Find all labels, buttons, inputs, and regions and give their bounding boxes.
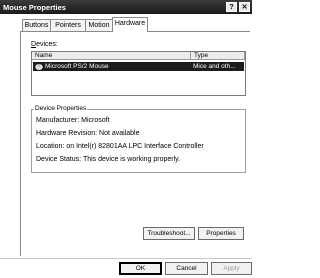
close-icon: ✕ [241, 4, 248, 11]
column-header-name[interactable]: Name [32, 52, 191, 60]
devices-label-text: evices: [36, 41, 58, 48]
mouse-icon [35, 63, 43, 73]
help-button[interactable]: ? [226, 2, 237, 12]
window-title: Mouse Properties [3, 3, 66, 12]
apply-button[interactable]: Apply [211, 262, 252, 275]
tab-buttons[interactable]: Buttons [22, 19, 51, 31]
devices-list[interactable]: Name Type Microsoft PS/2 Mouse Mice and … [31, 51, 246, 96]
tab-pointers[interactable]: Pointers [50, 19, 86, 31]
tab-hardware[interactable]: Hardware [112, 17, 148, 32]
device-properties-label: Device Properties [34, 105, 88, 112]
properties-button[interactable]: Properties [198, 227, 244, 240]
device-row-selected[interactable]: Microsoft PS/2 Mouse Mice and oth... [33, 62, 244, 71]
tab-motion[interactable]: Motion [85, 19, 113, 31]
manufacturer-text: Manufacturer: Microsoft [36, 117, 110, 124]
device-status-text: Device Status: This device is working pr… [36, 156, 181, 163]
close-button[interactable]: ✕ [239, 2, 250, 12]
cancel-button[interactable]: Cancel [165, 262, 208, 275]
devices-label: Devices: [31, 41, 58, 48]
ok-button[interactable]: OK [119, 262, 162, 275]
troubleshoot-button[interactable]: Troubleshoot... [143, 227, 195, 240]
column-header-type[interactable]: Type [191, 52, 245, 60]
location-text: Location: on Intel(r) 82801AA LPC Interf… [36, 143, 204, 150]
device-name: Microsoft PS/2 Mouse [45, 63, 109, 70]
mouse-properties-dialog: Mouse Properties ? ✕ Buttons Pointers Mo… [0, 0, 252, 278]
hardware-revision-text: Hardware Revision: Not available [36, 130, 140, 137]
device-type: Mice and oth... [193, 63, 236, 70]
footer-divider [0, 258, 252, 259]
title-bar: Mouse Properties ? ✕ [0, 0, 252, 14]
